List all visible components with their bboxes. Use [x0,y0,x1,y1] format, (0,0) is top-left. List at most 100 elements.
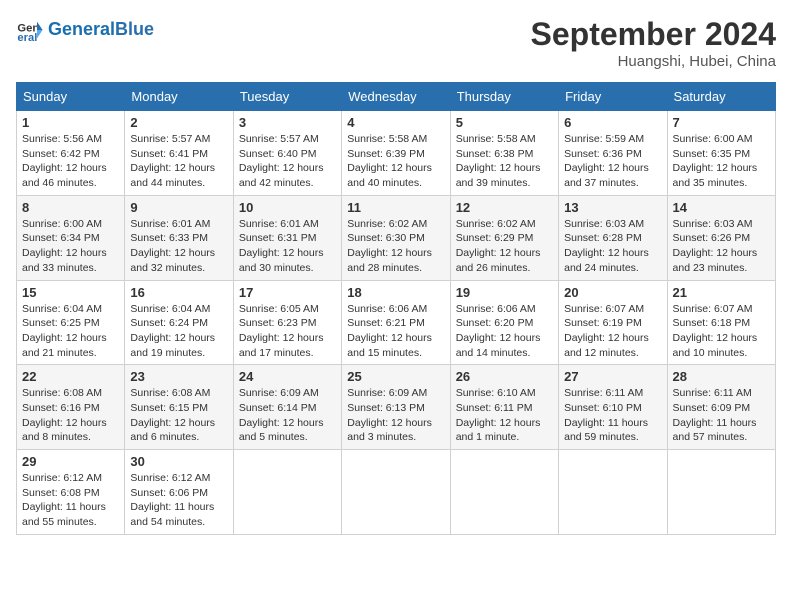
day-info: Sunrise: 5:59 AMSunset: 6:36 PMDaylight:… [564,132,661,191]
calendar-cell: 25 Sunrise: 6:09 AMSunset: 6:13 PMDayligh… [342,365,450,450]
calendar-cell: 16 Sunrise: 6:04 AMSunset: 6:24 PMDayligh… [125,280,233,365]
weekday-header-friday: Friday [559,83,667,111]
day-info: Sunrise: 6:01 AMSunset: 6:31 PMDaylight:… [239,217,336,276]
day-info: Sunrise: 6:11 AMSunset: 6:09 PMDaylight:… [673,386,770,445]
day-info: Sunrise: 6:11 AMSunset: 6:10 PMDaylight:… [564,386,661,445]
day-number: 14 [673,200,770,215]
day-info: Sunrise: 6:12 AMSunset: 6:08 PMDaylight:… [22,471,119,530]
logo-icon: Gen eral [16,16,44,44]
calendar-cell: 7 Sunrise: 6:00 AMSunset: 6:35 PMDaylight… [667,111,775,196]
day-number: 5 [456,115,553,130]
calendar-cell: 2Sunrise: 5:57 AMSunset: 6:41 PMDaylight… [125,111,233,196]
day-number: 4 [347,115,444,130]
calendar-cell: 28 Sunrise: 6:11 AMSunset: 6:09 PMDayligh… [667,365,775,450]
day-number: 22 [22,369,119,384]
calendar-cell: 8 Sunrise: 6:00 AMSunset: 6:34 PMDaylight… [17,195,125,280]
day-number: 13 [564,200,661,215]
day-info: Sunrise: 6:01 AMSunset: 6:33 PMDaylight:… [130,217,227,276]
logo-text: GeneralBlue [48,20,154,40]
calendar-cell [450,450,558,535]
day-number: 3 [239,115,336,130]
calendar-cell: 23Sunrise: 6:08 AMSunset: 6:15 PMDayligh… [125,365,233,450]
day-number: 8 [22,200,119,215]
day-info: Sunrise: 5:57 AMSunset: 6:41 PMDaylight:… [130,132,227,191]
day-info: Sunrise: 6:03 AMSunset: 6:28 PMDaylight:… [564,217,661,276]
day-number: 10 [239,200,336,215]
logo-general: General [48,19,115,39]
calendar-cell: 17Sunrise: 6:05 AMSunset: 6:23 PMDayligh… [233,280,341,365]
day-info: Sunrise: 5:57 AMSunset: 6:40 PMDaylight:… [239,132,336,191]
day-info: Sunrise: 6:00 AMSunset: 6:34 PMDaylight:… [22,217,119,276]
day-info: Sunrise: 6:04 AMSunset: 6:24 PMDaylight:… [130,302,227,361]
day-number: 9 [130,200,227,215]
day-info: Sunrise: 6:04 AMSunset: 6:25 PMDaylight:… [22,302,119,361]
weekday-header-sunday: Sunday [17,83,125,111]
calendar-cell: 18 Sunrise: 6:06 AMSunset: 6:21 PMDayligh… [342,280,450,365]
day-number: 11 [347,200,444,215]
day-info: Sunrise: 6:09 AMSunset: 6:14 PMDaylight:… [239,386,336,445]
day-number: 7 [673,115,770,130]
calendar-cell: 22 Sunrise: 6:08 AMSunset: 6:16 PMDayligh… [17,365,125,450]
day-info: Sunrise: 6:10 AMSunset: 6:11 PMDaylight:… [456,386,553,445]
calendar-cell: 10 Sunrise: 6:01 AMSunset: 6:31 PMDayligh… [233,195,341,280]
calendar-cell: 30 Sunrise: 6:12 AMSunset: 6:06 PMDayligh… [125,450,233,535]
location: Huangshi, Hubei, China [531,53,776,70]
day-number: 29 [22,454,119,469]
weekday-header-tuesday: Tuesday [233,83,341,111]
day-info: Sunrise: 6:02 AMSunset: 6:30 PMDaylight:… [347,217,444,276]
day-info: Sunrise: 6:09 AMSunset: 6:13 PMDaylight:… [347,386,444,445]
day-info: Sunrise: 6:06 AMSunset: 6:21 PMDaylight:… [347,302,444,361]
page-header: Gen eral GeneralBlue September 2024 Huan… [16,16,776,70]
day-number: 19 [456,285,553,300]
calendar-cell: 9 Sunrise: 6:01 AMSunset: 6:33 PMDaylight… [125,195,233,280]
calendar-cell: 12Sunrise: 6:02 AMSunset: 6:29 PMDayligh… [450,195,558,280]
day-number: 21 [673,285,770,300]
day-info: Sunrise: 6:06 AMSunset: 6:20 PMDaylight:… [456,302,553,361]
weekday-header-wednesday: Wednesday [342,83,450,111]
calendar-cell: 20 Sunrise: 6:07 AMSunset: 6:19 PMDayligh… [559,280,667,365]
calendar-cell [233,450,341,535]
calendar-week-row: 1 Sunrise: 5:56 AMSunset: 6:42 PMDaylight… [17,111,776,196]
weekday-header-monday: Monday [125,83,233,111]
calendar-cell: 21 Sunrise: 6:07 AMSunset: 6:18 PMDayligh… [667,280,775,365]
logo-blue: Blue [115,19,154,39]
day-info: Sunrise: 6:02 AMSunset: 6:29 PMDaylight:… [456,217,553,276]
day-number: 20 [564,285,661,300]
day-number: 6 [564,115,661,130]
calendar-cell: 27 Sunrise: 6:11 AMSunset: 6:10 PMDayligh… [559,365,667,450]
day-number: 28 [673,369,770,384]
weekday-header-saturday: Saturday [667,83,775,111]
calendar-cell: 15 Sunrise: 6:04 AMSunset: 6:25 PMDayligh… [17,280,125,365]
day-info: Sunrise: 6:00 AMSunset: 6:35 PMDaylight:… [673,132,770,191]
calendar-cell: 29 Sunrise: 6:12 AMSunset: 6:08 PMDayligh… [17,450,125,535]
day-number: 30 [130,454,227,469]
logo: Gen eral GeneralBlue [16,16,154,44]
month-year: September 2024 [531,16,776,53]
day-number: 17 [239,285,336,300]
calendar-week-row: 22 Sunrise: 6:08 AMSunset: 6:16 PMDayligh… [17,365,776,450]
calendar-cell: 3 Sunrise: 5:57 AMSunset: 6:40 PMDaylight… [233,111,341,196]
day-info: Sunrise: 6:12 AMSunset: 6:06 PMDaylight:… [130,471,227,530]
day-number: 1 [22,115,119,130]
day-number: 18 [347,285,444,300]
weekday-header-row: SundayMondayTuesdayWednesdayThursdayFrid… [17,83,776,111]
title-block: September 2024 Huangshi, Hubei, China [531,16,776,70]
calendar-cell: 11 Sunrise: 6:02 AMSunset: 6:30 PMDayligh… [342,195,450,280]
day-number: 16 [130,285,227,300]
day-number: 27 [564,369,661,384]
weekday-header-thursday: Thursday [450,83,558,111]
day-number: 25 [347,369,444,384]
calendar-cell: 13 Sunrise: 6:03 AMSunset: 6:28 PMDayligh… [559,195,667,280]
calendar-week-row: 8 Sunrise: 6:00 AMSunset: 6:34 PMDaylight… [17,195,776,280]
day-info: Sunrise: 6:03 AMSunset: 6:26 PMDaylight:… [673,217,770,276]
day-info: Sunrise: 6:08 AMSunset: 6:16 PMDaylight:… [22,386,119,445]
calendar-week-row: 29 Sunrise: 6:12 AMSunset: 6:08 PMDayligh… [17,450,776,535]
calendar-cell: 5Sunrise: 5:58 AMSunset: 6:38 PMDaylight… [450,111,558,196]
calendar-cell: 26Sunrise: 6:10 AMSunset: 6:11 PMDayligh… [450,365,558,450]
calendar-cell [559,450,667,535]
day-number: 15 [22,285,119,300]
day-info: Sunrise: 5:56 AMSunset: 6:42 PMDaylight:… [22,132,119,191]
day-info: Sunrise: 6:07 AMSunset: 6:18 PMDaylight:… [673,302,770,361]
day-info: Sunrise: 6:07 AMSunset: 6:19 PMDaylight:… [564,302,661,361]
day-info: Sunrise: 6:08 AMSunset: 6:15 PMDaylight:… [130,386,227,445]
